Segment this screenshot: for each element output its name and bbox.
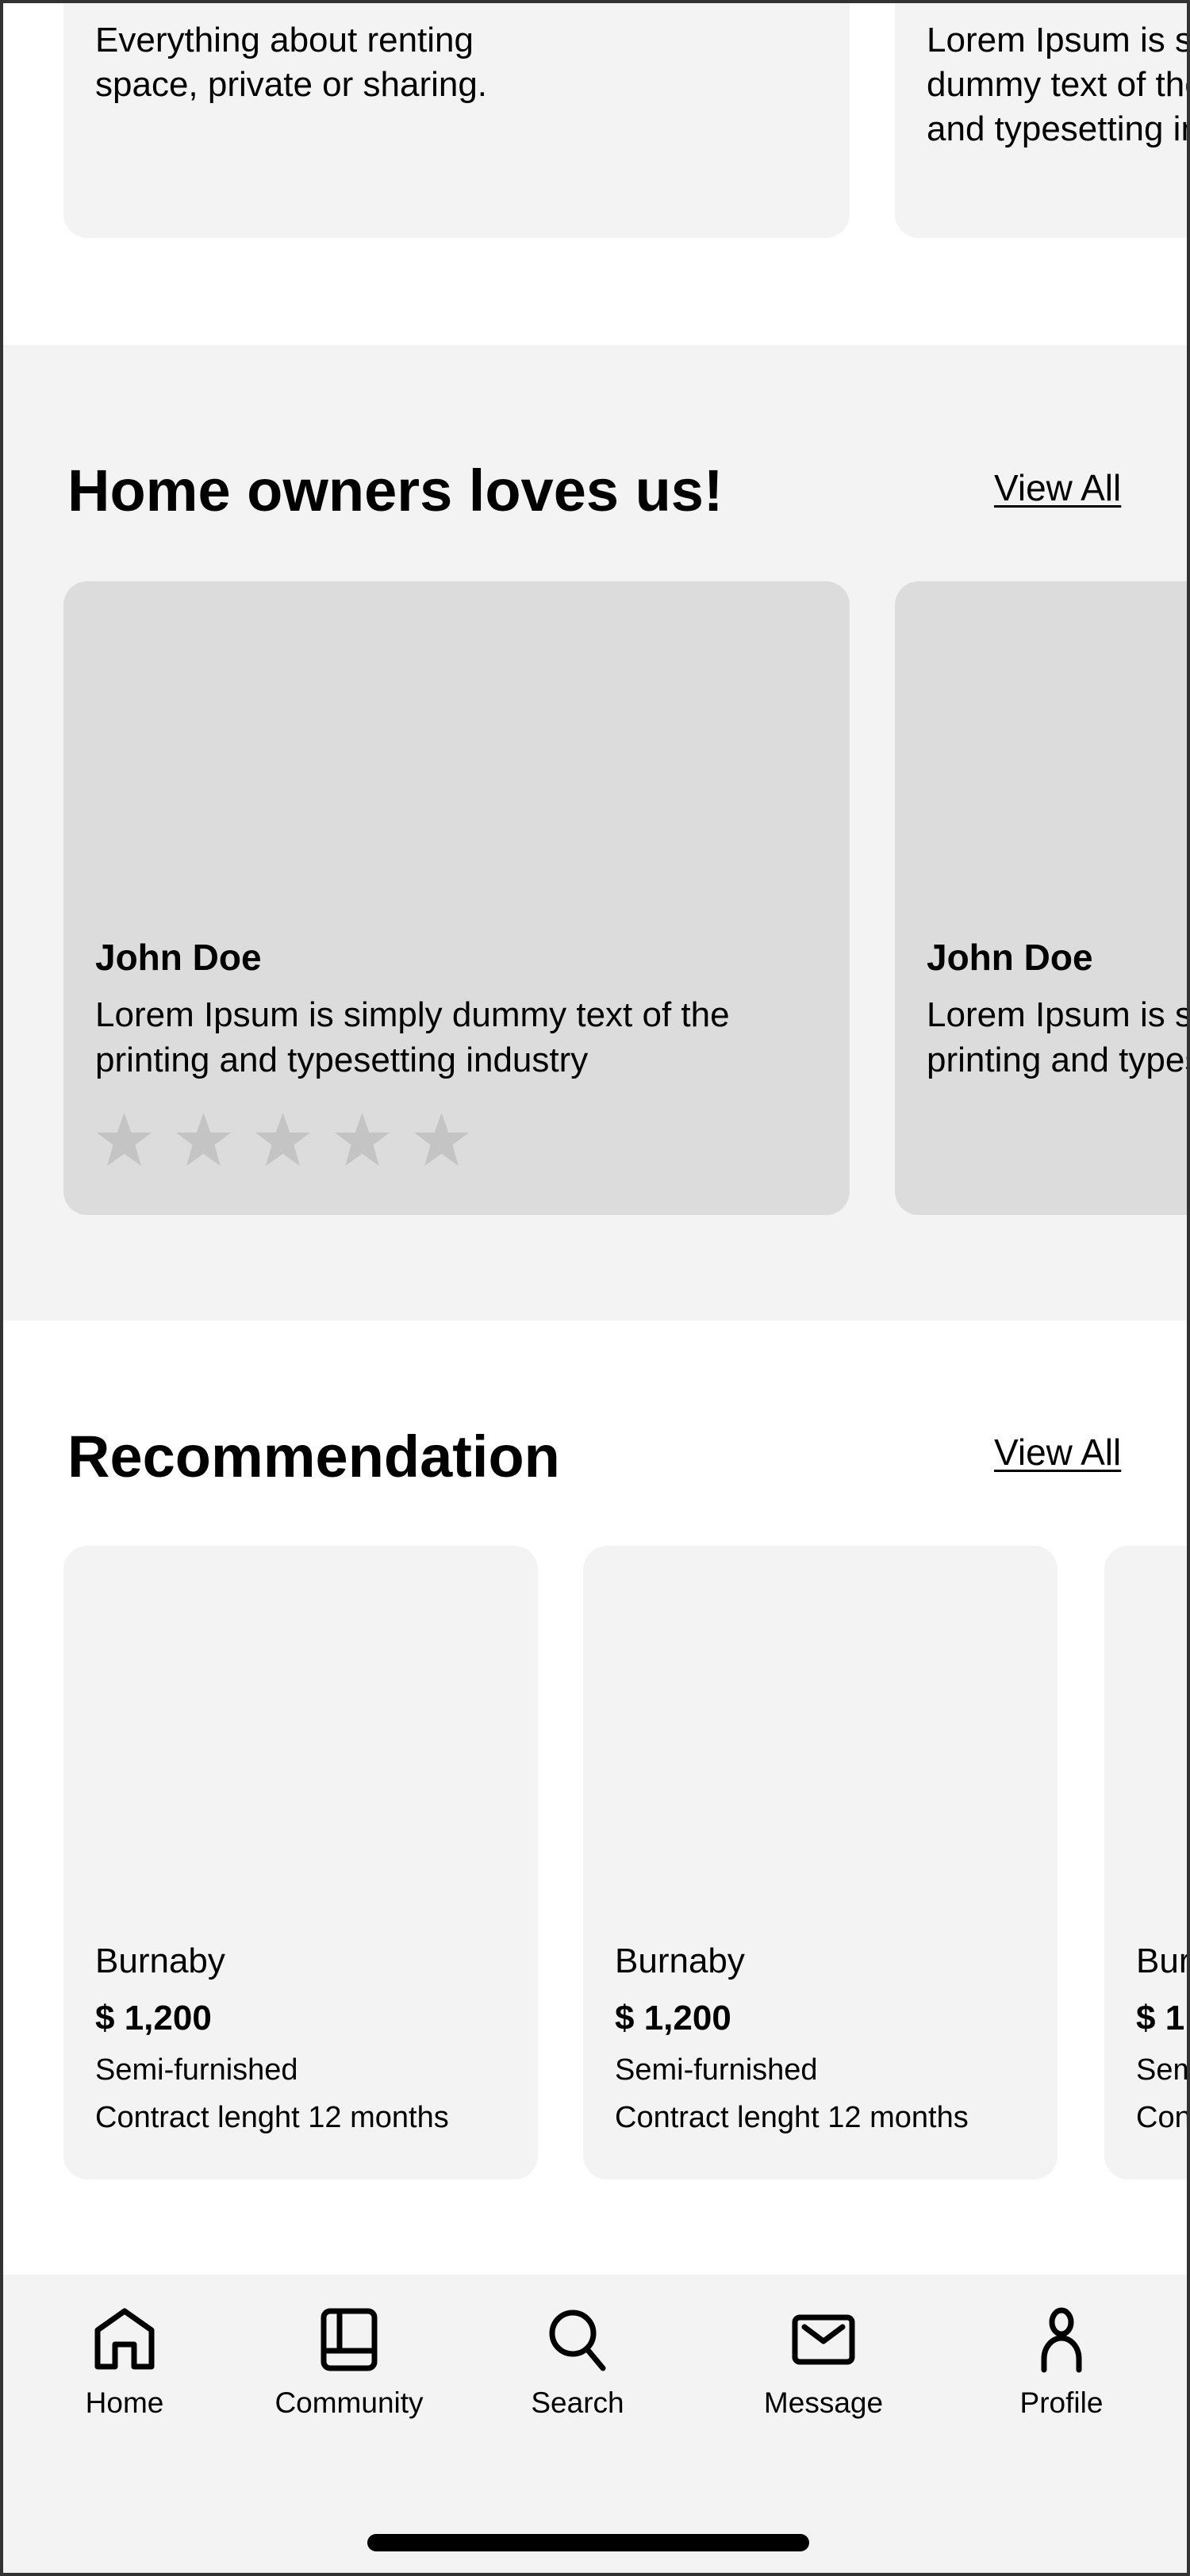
screen: Everything about renting space, private … <box>3 3 1187 2573</box>
star-icon <box>334 1113 390 1166</box>
reviewer-name: John Doe <box>927 937 1093 978</box>
listing-price: $ 1,200 <box>1136 1999 1187 2037</box>
listing-furnishing: Semi-furnished <box>1136 2053 1187 2087</box>
book-icon <box>321 2308 378 2371</box>
listing-price: $ 1,200 <box>95 1999 212 2037</box>
listing-card[interactable]: Burnaby $ 1,200 Semi-furnished Contract … <box>583 1546 1058 2179</box>
nav-label: Profile <box>1019 2386 1104 2419</box>
listing-city: Burnaby <box>95 1942 225 1980</box>
listing-card[interactable]: Burnaby $ 1,200 Semi-furnished Contract … <box>1104 1546 1187 2179</box>
listing-furnishing: Semi-furnished <box>95 2053 298 2087</box>
listing-price: $ 1,200 <box>615 1999 731 2037</box>
nav-item-search[interactable]: Search <box>490 2306 665 2419</box>
star-icon <box>175 1113 232 1166</box>
listing-city: Burnaby <box>1136 1942 1187 1980</box>
review-text: Lorem Ipsum is simply dummy text of the … <box>95 995 730 1079</box>
listing-contract: Contract lenght 12 months <box>95 2101 449 2134</box>
mail-icon <box>792 2314 855 2365</box>
info-card-text: Everything about renting space, private … <box>95 21 488 104</box>
nav-item-home[interactable]: Home <box>37 2306 212 2419</box>
person-icon <box>1041 2307 1082 2373</box>
nav-label: Search <box>531 2386 624 2419</box>
listing-city: Burnaby <box>615 1942 745 1980</box>
review-card[interactable]: John Doe Lorem Ipsum is simply dummy tex… <box>895 581 1187 1215</box>
recommendation-section-title: Recommendation <box>67 1424 560 1489</box>
home-indicator[interactable] <box>367 2534 809 2551</box>
nav-label: Message <box>763 2386 884 2419</box>
info-card[interactable]: Everything about renting space, private … <box>63 3 850 238</box>
reviews-section-title: Home owners loves us! <box>67 458 724 523</box>
star-icon <box>413 1113 470 1166</box>
listing-furnishing: Semi-furnished <box>615 2053 818 2087</box>
bottom-nav: Home Community Search Message Profile <box>3 2275 1187 2573</box>
search-icon <box>549 2310 606 2371</box>
review-card[interactable]: John Doe Lorem Ipsum is simply dummy tex… <box>63 581 850 1215</box>
nav-label: Home <box>85 2386 164 2419</box>
nav-label: Community <box>274 2386 424 2419</box>
listing-card[interactable]: Burnaby $ 1,200 Semi-furnished Contract … <box>63 1546 538 2179</box>
nav-item-community[interactable]: Community <box>262 2306 436 2419</box>
nav-item-profile[interactable]: Profile <box>974 2306 1149 2419</box>
star-rating <box>95 1113 470 1168</box>
review-text: Lorem Ipsum is simply dummy text of the … <box>927 995 1187 1079</box>
recommendation-view-all-link[interactable]: View All <box>994 1434 1121 1470</box>
info-card-text: Lorem Ipsum is simply dummy text of the … <box>927 21 1187 148</box>
reviewer-name: John Doe <box>95 937 262 978</box>
nav-item-message[interactable]: Message <box>736 2306 911 2419</box>
listing-contract: Contract lenght 12 months <box>615 2101 969 2134</box>
star-icon <box>255 1113 311 1166</box>
info-card[interactable]: Lorem Ipsum is simply dummy text of the … <box>895 3 1187 238</box>
star-icon <box>96 1113 152 1166</box>
home-icon <box>94 2308 155 2370</box>
listing-contract: Contract lenght 12 months <box>1136 2101 1187 2134</box>
reviews-view-all-link[interactable]: View All <box>994 470 1121 506</box>
